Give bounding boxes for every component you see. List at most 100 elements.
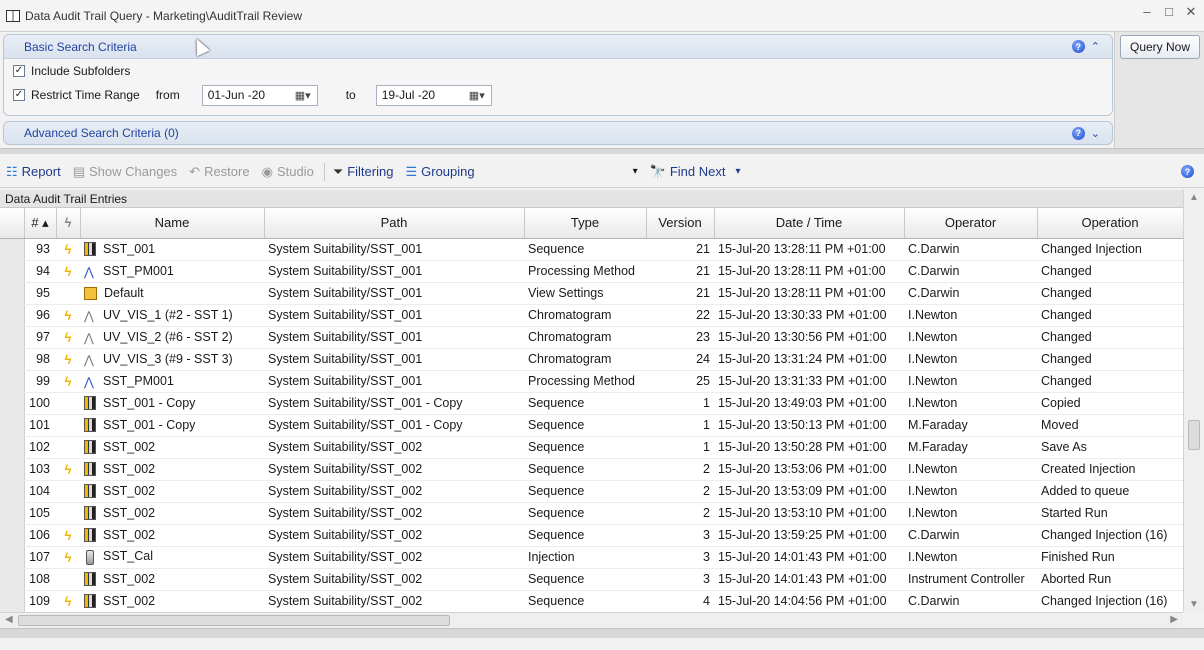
cell-operation: Copied <box>1037 392 1183 415</box>
help-icon[interactable]: ? <box>1071 40 1085 53</box>
maximize-icon[interactable]: □ <box>1162 4 1176 20</box>
table-row[interactable]: 102 SST_002 System Suitability/SST_002 Sequ… <box>0 436 1183 459</box>
column-header-datetime[interactable]: Date / Time <box>714 208 905 239</box>
column-header-operation[interactable]: Operation <box>1037 208 1183 239</box>
advanced-search-panel[interactable]: Advanced Search Criteria (0) ? ⌄ <box>3 121 1113 145</box>
cell-version: 1 <box>646 392 714 415</box>
vertical-scrollbar[interactable]: ▲ ▼ <box>1183 190 1204 612</box>
table-row[interactable]: 96 ϟ ⋀ UV_VIS_1 (#2 - SST 1) System Suitabil… <box>0 304 1183 327</box>
scroll-up-icon[interactable]: ▲ <box>1189 192 1199 203</box>
basic-search-header[interactable]: Basic Search Criteria ? ⌃ <box>4 35 1112 59</box>
cell-type: Injection <box>524 546 646 569</box>
cell-flag: ϟ <box>56 348 80 371</box>
table-row[interactable]: 97 ϟ ⋀ UV_VIS_2 (#6 - SST 2) System Suitabil… <box>0 326 1183 349</box>
column-header-path[interactable]: Path <box>264 208 525 239</box>
table-row[interactable]: 106 ϟ SST_002 System Suitability/SST_002 Seq… <box>0 524 1183 547</box>
cell-version: 21 <box>646 238 714 261</box>
search-dropdown[interactable]: ▾ <box>633 166 638 177</box>
table-row[interactable]: 94 ϟ ⋀ SST_PM001 System Suitability/SST_001 P… <box>0 260 1183 283</box>
row-selector[interactable] <box>0 238 25 261</box>
table-row[interactable]: 100 SST_001 - Copy System Suitability/SST_… <box>0 392 1183 415</box>
cell-name-text: SST_Cal <box>103 549 154 564</box>
table-row[interactable]: 105 SST_002 System Suitability/SST_002 Sequ… <box>0 502 1183 525</box>
row-selector[interactable] <box>0 326 25 349</box>
row-selector[interactable] <box>0 458 25 481</box>
cell-type: Sequence <box>524 524 646 547</box>
query-now-button[interactable]: Query Now <box>1120 35 1200 59</box>
from-date-picker[interactable]: 01-Jun -20 ▦▾ <box>201 84 318 106</box>
row-selector[interactable] <box>0 502 25 525</box>
table-row[interactable]: 98 ϟ ⋀ UV_VIS_3 (#9 - SST 3) System Suitabil… <box>0 348 1183 371</box>
row-selector[interactable] <box>0 392 25 415</box>
help-icon[interactable]: ? <box>1071 126 1085 140</box>
splitter[interactable] <box>0 148 1204 154</box>
show-changes-button[interactable]: ▤ Show Changes <box>73 164 177 180</box>
studio-button[interactable]: ◉ Studio <box>262 164 314 180</box>
grouping-button[interactable]: ☰ Grouping <box>405 164 474 180</box>
column-header-operator[interactable]: Operator <box>904 208 1038 239</box>
row-selector[interactable] <box>0 568 25 591</box>
bottom-splitter[interactable] <box>0 628 1204 638</box>
row-selector[interactable] <box>0 480 25 503</box>
scroll-thumb[interactable] <box>18 615 450 626</box>
row-selector[interactable] <box>0 304 25 327</box>
collapse-chevron-icon[interactable]: ⌃ <box>1091 40 1100 53</box>
row-selector[interactable] <box>0 370 25 393</box>
cell-name: SST_001 <box>80 238 264 261</box>
scroll-left-icon[interactable]: ◀ <box>5 614 13 625</box>
report-button[interactable]: ☷ Report <box>6 164 61 180</box>
table-row[interactable]: 95 Default System Suitability/SST_001 View … <box>0 282 1183 305</box>
find-next-dropdown-icon[interactable]: ▾ <box>735 166 740 177</box>
find-next-button[interactable]: 🔭 Find Next ▾ <box>650 164 741 180</box>
scroll-right-icon[interactable]: ▶ <box>1170 614 1178 625</box>
cell-type: Sequence <box>524 590 646 612</box>
minimize-icon[interactable]: – <box>1140 4 1154 20</box>
column-header-type[interactable]: Type <box>524 208 647 239</box>
to-date-picker[interactable]: 19-Jul -20 ▦▾ <box>375 84 492 106</box>
row-selector[interactable] <box>0 414 25 437</box>
row-selector[interactable] <box>0 260 25 283</box>
table-row[interactable]: 109 ϟ SST_002 System Suitability/SST_002 Seq… <box>0 590 1183 612</box>
column-header-number[interactable]: # ▴ <box>24 208 57 239</box>
horizontal-scrollbar[interactable]: ◀ ▶ <box>0 612 1183 628</box>
restore-button[interactable]: ↶ Restore <box>189 164 249 180</box>
cell-path: System Suitability/SST_001 <box>264 260 524 283</box>
cell-flag: ϟ <box>56 304 80 327</box>
include-subfolders-checkbox[interactable]: ✓ <box>13 65 25 77</box>
table-row[interactable]: 99 ϟ ⋀ SST_PM001 System Suitability/SST_001 P… <box>0 370 1183 393</box>
cell-type: Chromatogram <box>524 304 646 327</box>
row-selector[interactable] <box>0 282 25 305</box>
row-selector[interactable] <box>0 436 25 459</box>
row-selector[interactable] <box>0 348 25 371</box>
table-row[interactable]: 104 SST_002 System Suitability/SST_002 Sequ… <box>0 480 1183 503</box>
filtering-button[interactable]: ⏷ Filtering <box>333 164 394 180</box>
table-row[interactable]: 101 SST_001 - Copy System Suitability/SST_… <box>0 414 1183 437</box>
row-selector[interactable] <box>0 590 25 612</box>
table-row[interactable]: 107 ϟ SST_Cal System Suitability/SST_002 Inj… <box>0 546 1183 569</box>
cell-number: 107 <box>24 546 56 569</box>
cell-number: 94 <box>24 260 56 283</box>
calendar-dropdown-icon[interactable]: ▦▾ <box>295 89 311 102</box>
column-header-flag[interactable]: ϟ <box>56 208 81 239</box>
table-row[interactable]: 93 ϟ SST_001 System Suitability/SST_001 Sequ… <box>0 238 1183 261</box>
calendar-dropdown-icon[interactable]: ▦▾ <box>469 89 485 102</box>
cell-name: SST_002 <box>80 590 264 612</box>
table-row[interactable]: 103 ϟ SST_002 System Suitability/SST_002 Seq… <box>0 458 1183 481</box>
table-row[interactable]: 108 SST_002 System Suitability/SST_002 Sequ… <box>0 568 1183 591</box>
help-icon[interactable]: ? <box>1181 165 1194 178</box>
expand-chevron-icon[interactable]: ⌄ <box>1091 127 1100 140</box>
studio-icon: ◉ <box>261 163 273 179</box>
restrict-time-range-checkbox[interactable]: ✓ <box>13 89 25 101</box>
row-selector[interactable] <box>0 546 25 569</box>
row-selector[interactable] <box>0 524 25 547</box>
close-icon[interactable]: ✕ <box>1184 4 1198 20</box>
scroll-down-icon[interactable]: ▼ <box>1189 599 1199 610</box>
column-header-version[interactable]: Version <box>646 208 715 239</box>
show-changes-icon: ▤ <box>72 163 85 179</box>
column-header-name[interactable]: Name <box>80 208 265 239</box>
cell-datetime: 15-Jul-20 13:53:06 PM +01:00 <box>714 458 904 481</box>
scroll-thumb[interactable] <box>1188 420 1200 450</box>
cell-type: Processing Method <box>524 370 646 393</box>
cell-version: 3 <box>646 568 714 591</box>
cell-operation: Changed <box>1037 304 1183 327</box>
